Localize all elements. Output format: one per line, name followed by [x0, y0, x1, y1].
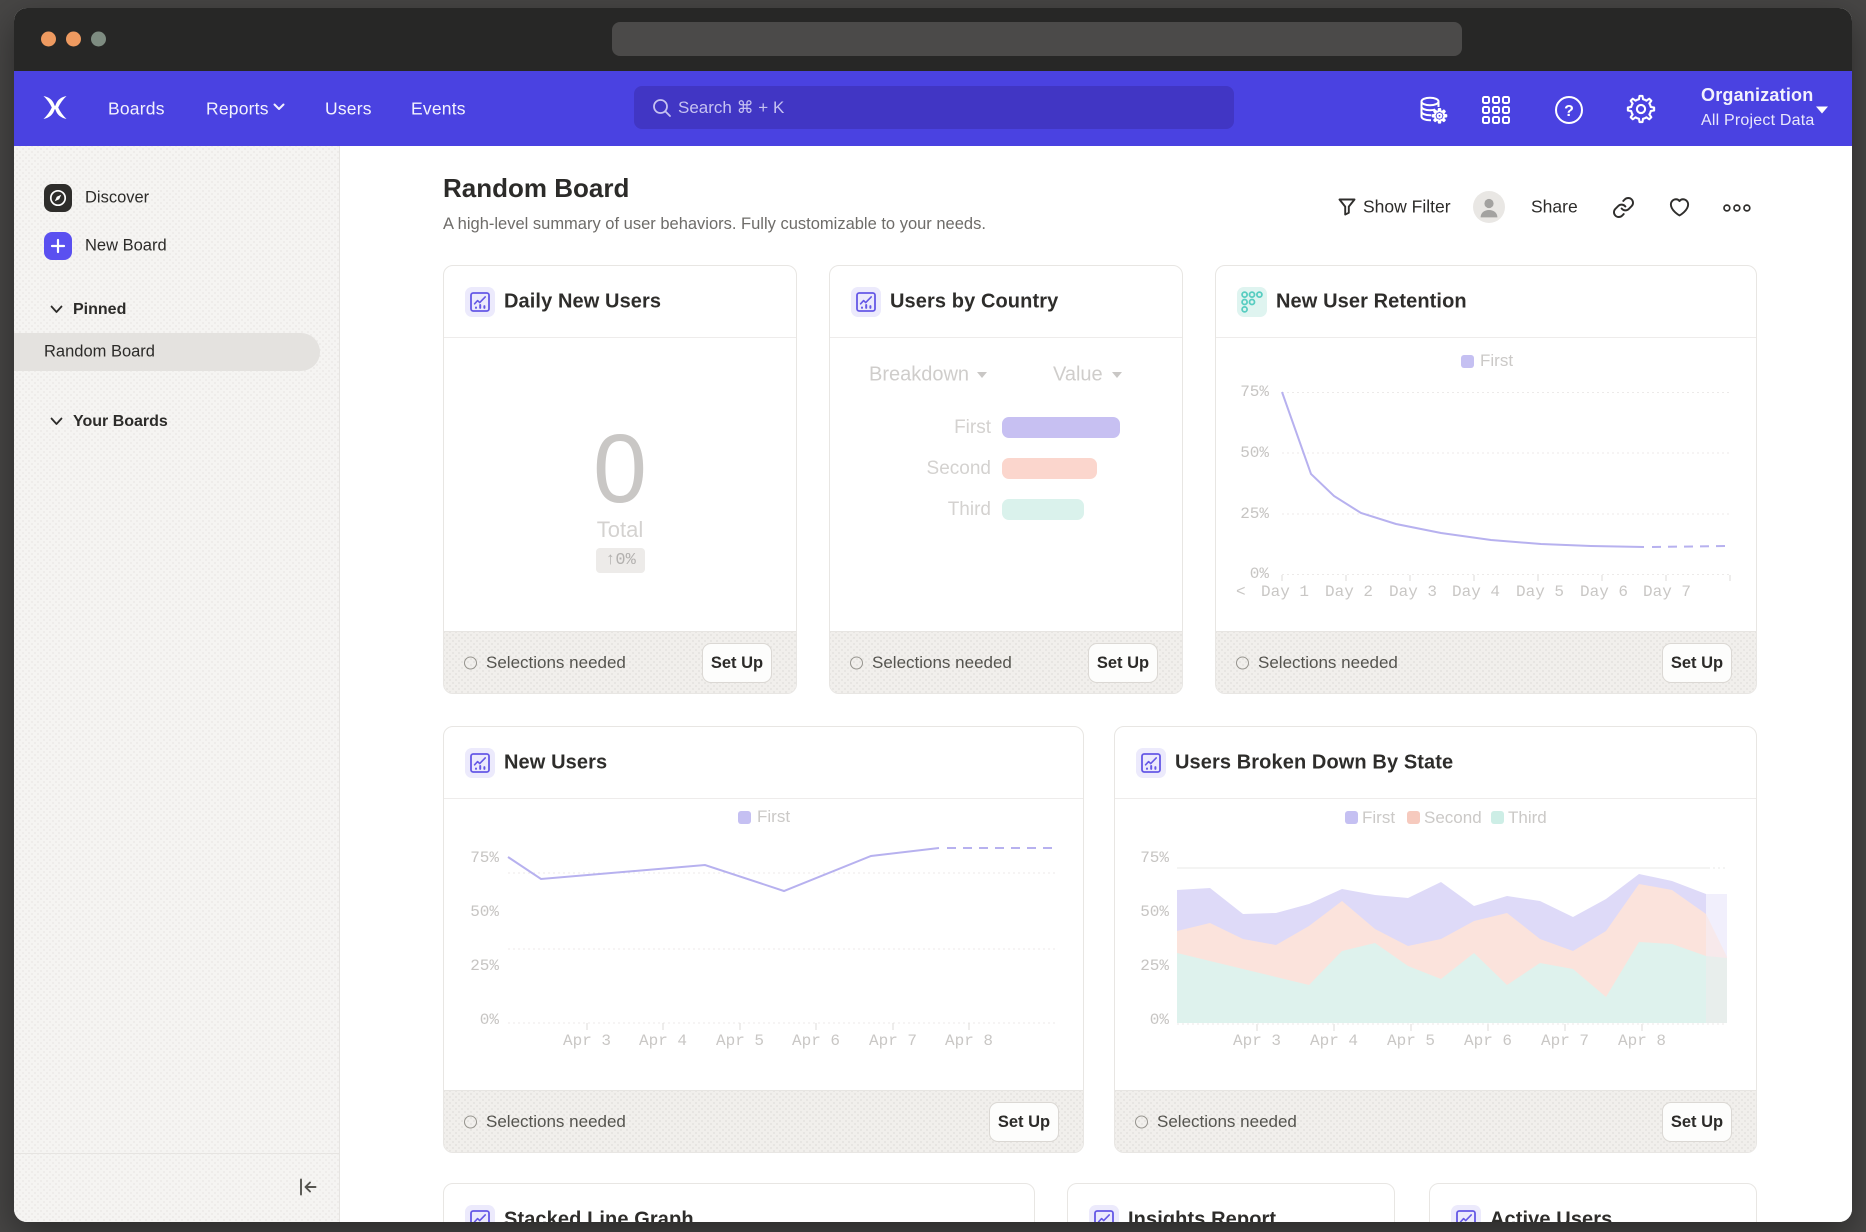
- svg-text:?: ?: [1564, 103, 1574, 120]
